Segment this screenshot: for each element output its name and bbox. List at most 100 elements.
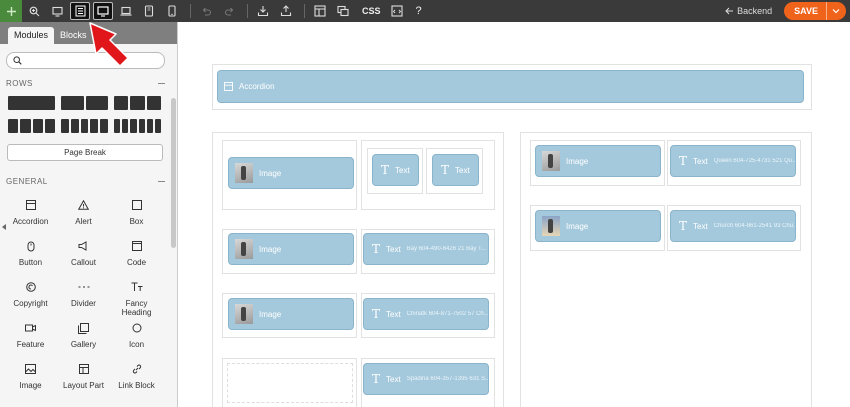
accordion-module[interactable]: Accordion	[217, 70, 804, 103]
module-image[interactable]: Image	[4, 360, 57, 401]
module-label: Accordion	[12, 217, 49, 226]
text-label: Text	[693, 156, 708, 166]
image-module[interactable]: Image	[228, 233, 354, 265]
image-module[interactable]: Image	[535, 210, 661, 242]
module-callout[interactable]: Callout	[57, 237, 110, 278]
tablet-view-button[interactable]	[139, 0, 159, 22]
layout-button[interactable]	[310, 0, 330, 22]
zoom-icon	[29, 6, 39, 16]
right-column-section[interactable]: Image T Text Queen 604-725-4731 521 Qu..…	[520, 132, 812, 407]
redo-button[interactable]	[219, 0, 239, 22]
module-box[interactable]: Box	[110, 196, 163, 237]
module-label: Image	[19, 381, 42, 390]
save-button[interactable]: SAVE	[784, 2, 846, 20]
text-module[interactable]: T Text Chinatk 604-871-7502 57 Ch...	[363, 298, 489, 330]
import-button[interactable]	[253, 0, 273, 22]
collapse-sidebar-arrow-icon[interactable]	[2, 224, 6, 230]
module-feature[interactable]: Feature	[4, 319, 57, 360]
module-code[interactable]: Code	[110, 237, 163, 278]
mobile-view-button[interactable]	[162, 0, 182, 22]
text-module[interactable]: T Text	[372, 154, 419, 186]
row-layout-6col-icon[interactable]	[114, 119, 162, 133]
image-label: Image	[566, 221, 589, 231]
image-label: Image	[259, 168, 282, 178]
text-module[interactable]: T Text Bay 604-490-6426 21 Bay T...	[363, 233, 489, 265]
help-button[interactable]: ?	[416, 5, 422, 17]
text-label: Text	[386, 244, 401, 254]
text-preview: Spadina 604-357-1395 631 S...	[406, 376, 488, 382]
json-button[interactable]	[387, 0, 407, 22]
duplicate-button[interactable]	[333, 0, 353, 22]
text-preview: Bay 604-490-6426 21 Bay T...	[406, 246, 486, 252]
css-button[interactable]: CSS	[362, 6, 381, 16]
collapse-icon[interactable]	[158, 83, 165, 84]
text-label: Text	[386, 374, 401, 384]
image-module[interactable]: Image	[228, 298, 354, 330]
image-thumbnail	[235, 239, 253, 259]
module-gallery[interactable]: Gallery	[57, 319, 110, 360]
add-button[interactable]	[0, 0, 22, 22]
tab-modules[interactable]: Modules	[8, 27, 55, 44]
laptop-view-button[interactable]	[116, 0, 136, 22]
module-label: Divider	[71, 299, 96, 308]
text-module[interactable]: T Text Queen 604-725-4731 521 Qu...	[670, 145, 796, 177]
code-file-icon	[390, 5, 403, 17]
undo-button[interactable]	[196, 0, 216, 22]
export-button[interactable]	[276, 0, 296, 22]
text-module[interactable]: T Text Spadina 604-357-1395 631 S...	[363, 363, 489, 395]
rows-section-header[interactable]: ROWS	[0, 75, 177, 88]
row-layout-2col-icon[interactable]	[61, 96, 108, 110]
module-icon[interactable]: Icon	[110, 319, 163, 360]
row-layout-5col-icon[interactable]	[61, 119, 108, 133]
zoom-button[interactable]	[24, 0, 44, 22]
text-module[interactable]: T Text	[432, 154, 479, 186]
desktop-view-button[interactable]	[93, 2, 113, 20]
module-link-block[interactable]: Link Block	[110, 360, 163, 401]
text-icon: T	[441, 163, 450, 177]
icon-icon	[132, 323, 141, 333]
module-button[interactable]: Button	[4, 237, 57, 278]
redo-icon	[224, 7, 233, 16]
module-alert[interactable]: Alert	[57, 196, 110, 237]
page-builder-app: CSS ? Backend SAVE Modules Blocks ROWS P…	[0, 0, 850, 407]
general-section-header[interactable]: GENERAL	[0, 173, 177, 186]
layers-button[interactable]	[70, 2, 90, 20]
image-module[interactable]: Image	[228, 157, 354, 189]
text-label: Text	[693, 221, 708, 231]
page-break-button[interactable]: Page Break	[7, 144, 163, 161]
preview-button[interactable]	[47, 0, 67, 22]
module-fancy-heading[interactable]: Fancy Heading	[110, 278, 163, 319]
backend-link[interactable]: Backend	[725, 6, 772, 16]
box-icon	[131, 200, 142, 210]
text-label: Text	[455, 165, 470, 175]
text-preview: Chinatk 604-871-7502 57 Ch...	[406, 311, 488, 317]
layout-part-icon	[78, 364, 89, 374]
row-layout-1col-icon[interactable]	[8, 96, 55, 110]
desktop-icon	[97, 5, 109, 17]
image-thumbnail	[542, 151, 560, 171]
image-module[interactable]: Image	[535, 145, 661, 177]
row-layout-4col-icon[interactable]	[8, 119, 55, 133]
text-icon: T	[679, 219, 688, 233]
windows-icon	[337, 5, 349, 17]
accordion-section[interactable]: Accordion	[212, 64, 812, 110]
module-layout-part[interactable]: Layout Part	[57, 360, 110, 401]
row-layout-3col-icon[interactable]	[114, 96, 161, 110]
sidebar-scrollbar[interactable]	[171, 98, 176, 248]
module-divider[interactable]: Divider	[57, 278, 110, 319]
module-accordion[interactable]: Accordion	[4, 196, 57, 237]
module-copyright[interactable]: Copyright	[4, 278, 57, 319]
empty-drop-zone[interactable]	[227, 363, 353, 403]
accordion-icon	[25, 200, 36, 210]
module-label: Box	[129, 217, 144, 226]
save-label: SAVE	[794, 6, 818, 16]
collapse-icon[interactable]	[158, 181, 165, 182]
plus-icon	[6, 6, 16, 16]
module-label: Copyright	[13, 299, 48, 308]
save-options-toggle[interactable]	[826, 2, 840, 20]
row-layouts-grid	[0, 88, 177, 133]
text-module[interactable]: T Text Church 604-861-2541 93 Chu...	[670, 210, 796, 242]
left-column-section[interactable]: Image T Text T Text Image T Text Bay 604…	[212, 132, 504, 407]
module-label: Callout	[71, 258, 96, 267]
chevron-down-icon	[832, 9, 840, 14]
